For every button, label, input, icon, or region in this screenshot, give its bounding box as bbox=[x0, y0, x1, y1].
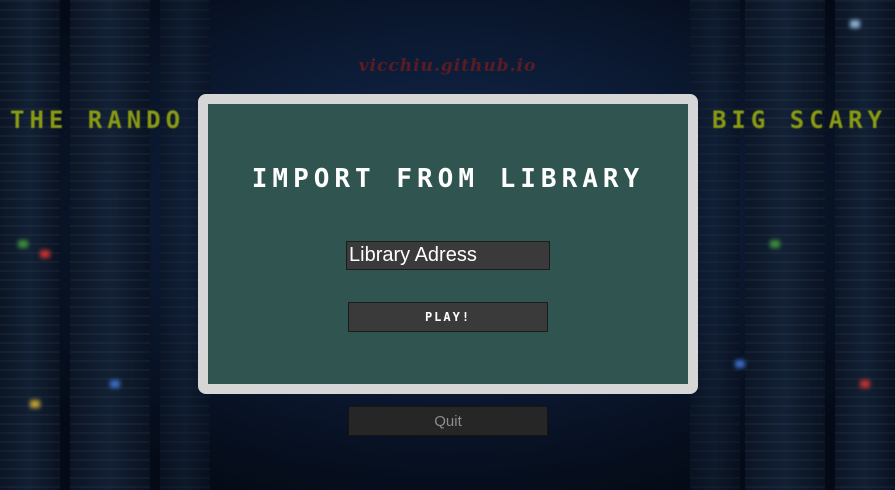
server-led bbox=[30, 400, 40, 408]
server-led bbox=[860, 380, 870, 388]
server-led bbox=[18, 240, 28, 248]
import-dialog: IMPORT FROM LIBRARY PLAY! bbox=[198, 94, 698, 394]
server-led bbox=[40, 250, 50, 258]
dialog-title: IMPORT FROM LIBRARY bbox=[251, 164, 645, 194]
game-screen: vicchiu.github.io THE RANDO BIG SCARY IM… bbox=[0, 0, 895, 490]
play-button[interactable]: PLAY! bbox=[348, 302, 548, 332]
game-title-left: THE RANDO bbox=[10, 106, 186, 134]
server-led bbox=[850, 20, 860, 28]
quit-button[interactable]: Quit bbox=[348, 406, 548, 436]
import-dialog-panel: IMPORT FROM LIBRARY PLAY! bbox=[208, 104, 688, 384]
game-title-right: BIG SCARY bbox=[711, 106, 887, 134]
library-address-input[interactable] bbox=[346, 241, 550, 270]
server-led bbox=[110, 380, 120, 388]
site-credit: vicchiu.github.io bbox=[358, 56, 537, 76]
server-led bbox=[735, 360, 745, 368]
server-led bbox=[770, 240, 780, 248]
